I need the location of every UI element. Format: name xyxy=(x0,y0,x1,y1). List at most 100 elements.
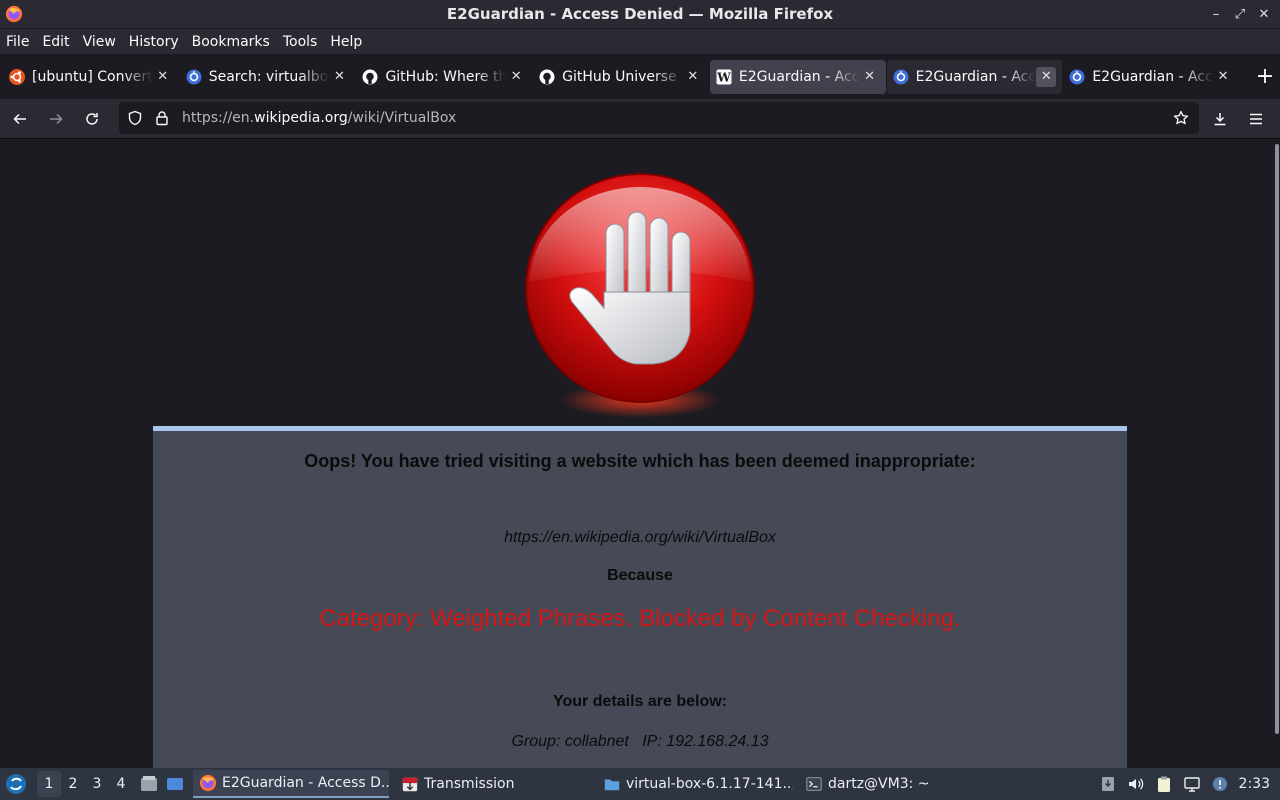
page-content: Oops! You have tried visiting a website … xyxy=(0,140,1274,768)
svg-text:W: W xyxy=(716,70,731,84)
tab-e2guardian-2[interactable]: E2Guardian - Access ✕ xyxy=(886,59,1063,94)
tab-strip: [ubuntu] Converting ✕ Search: virtualbox… xyxy=(0,54,1280,99)
wikipedia-icon: W xyxy=(716,69,732,85)
workspace-switcher: 1 2 3 4 xyxy=(37,771,133,797)
close-tab-icon[interactable]: ✕ xyxy=(329,67,349,87)
terminal-icon xyxy=(806,777,822,791)
minimize-button[interactable]: – xyxy=(1208,5,1224,23)
volume-icon[interactable] xyxy=(1127,775,1145,793)
url-text[interactable]: https://en.wikipedia.org/wiki/VirtualBox xyxy=(182,110,456,126)
network-icon[interactable] xyxy=(1183,775,1201,793)
clipboard-icon[interactable] xyxy=(1155,775,1173,793)
close-tab-icon[interactable]: ✕ xyxy=(860,67,880,87)
workspace-2[interactable]: 2 xyxy=(61,771,85,797)
tab-e2guardian-active[interactable]: W E2Guardian - Access ✕ xyxy=(709,59,886,94)
tab-label: GitHub: Where the world xyxy=(385,68,507,85)
reload-button[interactable] xyxy=(76,103,108,135)
workspace-4[interactable]: 4 xyxy=(109,771,133,797)
window-title: E2Guardian - Access Denied — Mozilla Fir… xyxy=(446,5,834,23)
close-tab-icon[interactable]: ✕ xyxy=(1036,66,1057,87)
download-icon xyxy=(1214,113,1226,126)
firefox-icon xyxy=(199,774,217,792)
tab-label: Search: virtualbox xyxy=(208,68,330,85)
hamburger-icon xyxy=(1250,113,1262,125)
close-window-button[interactable]: ✕ xyxy=(1256,5,1272,23)
github-icon xyxy=(539,69,555,85)
scrollbar-thumb[interactable] xyxy=(1275,144,1279,734)
task-label: virtual-box-6.1.17-141... xyxy=(626,776,793,792)
tab-label: E2Guardian - Access xyxy=(915,68,1037,85)
task-label: Transmission xyxy=(424,776,515,792)
system-tray: 2:33 xyxy=(1099,772,1270,796)
tab-label: GitHub Universe 2 xyxy=(562,68,683,85)
lock-icon[interactable] xyxy=(154,110,170,126)
menu-help[interactable]: Help xyxy=(330,34,362,50)
close-tab-icon[interactable]: ✕ xyxy=(153,67,173,87)
restore-button[interactable]: ⤢ xyxy=(1232,5,1248,23)
start-menu-icon[interactable] xyxy=(5,773,27,795)
navigation-toolbar: https://en.wikipedia.org/wiki/VirtualBox xyxy=(0,99,1280,139)
close-tab-icon[interactable]: ✕ xyxy=(1213,67,1233,87)
tab-github[interactable]: GitHub: Where the world ✕ xyxy=(356,60,532,94)
taskbar: 1 2 3 4 E2Guardian - Access D... Transmi… xyxy=(0,768,1280,800)
bookmark-star-icon[interactable] xyxy=(1173,110,1189,126)
updates-icon[interactable] xyxy=(1099,775,1117,793)
tab-label: [ubuntu] Converting xyxy=(32,68,153,85)
clock: 2:33 xyxy=(1238,776,1270,792)
menu-tools[interactable]: Tools xyxy=(283,34,318,50)
stop-hand-icon xyxy=(525,173,755,418)
github-icon xyxy=(362,69,378,85)
forward-button[interactable] xyxy=(40,103,72,135)
block-headline: Oops! You have tried visiting a website … xyxy=(304,451,976,471)
tab-github-universe[interactable]: GitHub Universe 2 ✕ xyxy=(533,60,709,94)
arrow-left-icon xyxy=(13,113,26,124)
block-message-panel: Oops! You have tried visiting a website … xyxy=(153,426,1127,768)
task-terminal[interactable]: dartz@VM3: ~ xyxy=(799,770,969,798)
because-label: Because xyxy=(607,567,673,584)
searx-icon xyxy=(186,69,202,85)
menu-history[interactable]: History xyxy=(129,34,179,50)
workspace-1[interactable]: 1 xyxy=(37,771,61,797)
new-tab-button[interactable]: + xyxy=(1250,62,1280,92)
searx-icon xyxy=(893,69,909,85)
menu-bookmarks[interactable]: Bookmarks xyxy=(192,34,270,50)
tab-label: E2Guardian - Access xyxy=(738,68,860,85)
searx-icon xyxy=(1069,69,1085,85)
notification-icon[interactable] xyxy=(1211,775,1229,793)
transmission-icon xyxy=(402,777,418,792)
tab-search[interactable]: Search: virtualbox ✕ xyxy=(180,60,356,94)
task-label: E2Guardian - Access D... xyxy=(222,775,389,791)
window-titlebar: E2Guardian - Access Denied — Mozilla Fir… xyxy=(0,0,1280,29)
user-details: Group: collabnet IP: 192.168.24.13 xyxy=(511,733,769,750)
url-bar[interactable]: https://en.wikipedia.org/wiki/VirtualBox xyxy=(119,102,1199,134)
tab-ubuntu[interactable]: [ubuntu] Converting ✕ xyxy=(3,60,179,94)
task-label: dartz@VM3: ~ xyxy=(828,776,930,792)
menu-bar: File Edit View History Bookmarks Tools H… xyxy=(0,29,1280,54)
menu-file[interactable]: File xyxy=(6,34,29,50)
folder-icon xyxy=(604,779,620,791)
menu-edit[interactable]: Edit xyxy=(42,34,69,50)
close-tab-icon[interactable]: ✕ xyxy=(506,67,526,87)
details-heading: Your details are below: xyxy=(553,693,727,710)
page-scrollbar[interactable] xyxy=(1274,140,1280,768)
ubuntu-icon xyxy=(9,68,25,85)
task-transmission[interactable]: Transmission xyxy=(395,770,591,798)
app-menu-button[interactable] xyxy=(1240,103,1272,135)
file-manager-launcher-icon[interactable] xyxy=(139,774,159,794)
downloads-button[interactable] xyxy=(1204,103,1236,135)
tab-label: E2Guardian - Access xyxy=(1092,68,1213,85)
arrow-right-icon xyxy=(50,113,63,124)
desktop-launcher-icon[interactable] xyxy=(165,774,185,794)
menu-view[interactable]: View xyxy=(83,34,116,50)
workspace-3[interactable]: 3 xyxy=(85,771,109,797)
tab-e2guardian-3[interactable]: E2Guardian - Access ✕ xyxy=(1063,60,1239,94)
task-folder[interactable]: virtual-box-6.1.17-141... xyxy=(597,770,793,798)
close-tab-icon[interactable]: ✕ xyxy=(683,67,703,87)
block-reason: Category: Weighted Phrases. Blocked by C… xyxy=(319,605,961,632)
firefox-icon xyxy=(5,5,23,23)
reload-icon xyxy=(86,112,98,125)
task-firefox[interactable]: E2Guardian - Access D... xyxy=(193,770,389,798)
shield-icon[interactable] xyxy=(127,110,143,126)
blocked-url: https://en.wikipedia.org/wiki/VirtualBox xyxy=(504,529,776,546)
back-button[interactable] xyxy=(4,103,36,135)
